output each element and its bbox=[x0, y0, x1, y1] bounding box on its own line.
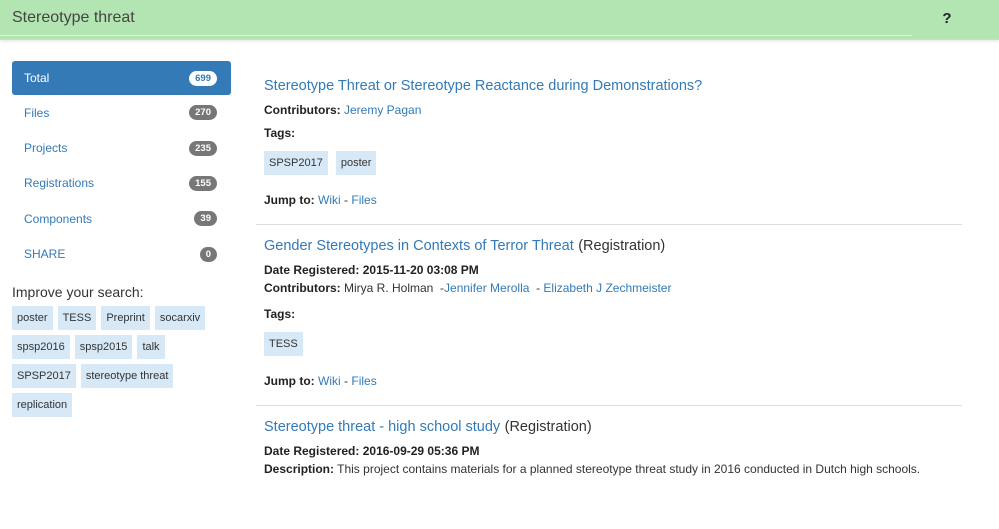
help-button[interactable]: ? bbox=[938, 9, 956, 29]
tag-filter[interactable]: stereotype threat bbox=[80, 363, 174, 388]
date-registered-label: Date Registered: bbox=[264, 444, 360, 458]
result-tag[interactable]: SPSP2017 bbox=[264, 151, 328, 175]
facet-label: Registrations bbox=[24, 176, 95, 191]
files-link[interactable]: Files bbox=[351, 374, 376, 388]
tag-filter[interactable]: Preprint bbox=[101, 305, 150, 330]
facet-share[interactable]: SHARE 0 bbox=[12, 237, 231, 272]
separator: - bbox=[344, 374, 349, 388]
count-badge: 39 bbox=[194, 211, 217, 227]
improve-search-heading: Improve your search: bbox=[12, 283, 144, 300]
tag-cloud: poster TESS Preprint socarxiv spsp2016 s… bbox=[12, 305, 231, 422]
result-type: (Registration) bbox=[578, 238, 666, 254]
contributor-link[interactable]: Jeremy Pagan bbox=[344, 103, 421, 117]
tag-filter[interactable]: socarxiv bbox=[154, 305, 206, 330]
facet-label: SHARE bbox=[24, 247, 66, 262]
result-tag[interactable]: TESS bbox=[264, 332, 303, 356]
count-badge: 699 bbox=[189, 70, 217, 86]
date-registered-line: Date Registered: 2015-11-20 03:08 PM bbox=[264, 262, 954, 278]
facet-label: Files bbox=[24, 105, 50, 120]
search-input[interactable] bbox=[0, 0, 912, 36]
tag-filter[interactable]: TESS bbox=[57, 305, 97, 330]
separator: - bbox=[344, 193, 349, 207]
date-registered-value: 2015-11-20 03:08 PM bbox=[362, 263, 479, 277]
result-type: (Registration) bbox=[504, 419, 592, 435]
facet-label: Components bbox=[24, 211, 93, 226]
facet-registrations[interactable]: Registrations 155 bbox=[12, 166, 231, 201]
search-results: Stereotype Threat or Stereotype Reactanc… bbox=[256, 65, 962, 493]
facet-projects[interactable]: Projects 235 bbox=[12, 130, 231, 165]
contributors-line: Contributors: Mirya R. Holman -Jennifer … bbox=[264, 280, 954, 296]
description-label: Description: bbox=[264, 462, 335, 476]
search-header: ? bbox=[0, 0, 999, 40]
facet-files[interactable]: Files 270 bbox=[12, 95, 231, 130]
jump-to-line: Jump to: Wiki - Files bbox=[264, 192, 954, 208]
filter-sidebar: Total 699 Files 270 Projects 235 Registr… bbox=[12, 61, 231, 422]
result-title-link[interactable]: Gender Stereotypes in Contexts of Terror… bbox=[264, 238, 574, 254]
result-title-link[interactable]: Stereotype Threat or Stereotype Reactanc… bbox=[264, 78, 702, 94]
facet-label: Total bbox=[24, 71, 50, 85]
tags-label: Tags: bbox=[264, 126, 296, 140]
count-badge: 235 bbox=[189, 140, 217, 156]
result-item: Stereotype Threat or Stereotype Reactanc… bbox=[256, 65, 962, 225]
date-registered-line: Date Registered: 2016-09-29 05:36 PM bbox=[264, 443, 954, 459]
date-registered-label: Date Registered: bbox=[264, 263, 360, 277]
separator: - bbox=[536, 281, 541, 295]
wiki-link[interactable]: Wiki bbox=[318, 374, 341, 388]
contributor-name: Mirya R. Holman bbox=[344, 281, 434, 295]
result-tags: TESS bbox=[264, 332, 954, 361]
result-title-link[interactable]: Stereotype threat - high school study bbox=[264, 419, 500, 435]
facet-total[interactable]: Total 699 bbox=[12, 61, 231, 95]
tags-label-line: Tags: bbox=[264, 306, 954, 322]
tag-filter[interactable]: spsp2015 bbox=[74, 334, 133, 359]
result-item: Gender Stereotypes in Contexts of Terror… bbox=[256, 225, 962, 406]
jump-to-label: Jump to: bbox=[264, 193, 315, 207]
tag-filter[interactable]: spsp2016 bbox=[12, 334, 70, 359]
contributor-link[interactable]: Elizabeth J Zechmeister bbox=[543, 281, 671, 295]
tag-filter[interactable]: SPSP2017 bbox=[12, 363, 76, 388]
contributors-label: Contributors: bbox=[264, 103, 341, 117]
result-tags: SPSP2017 poster bbox=[264, 151, 954, 180]
contributor-link[interactable]: Jennifer Merolla bbox=[444, 281, 529, 295]
count-badge: 270 bbox=[189, 105, 217, 121]
result-item: Stereotype threat - high school study (R… bbox=[256, 406, 962, 493]
tag-filter[interactable]: talk bbox=[137, 334, 165, 359]
jump-to-label: Jump to: bbox=[264, 374, 315, 388]
tag-filter[interactable]: poster bbox=[12, 305, 53, 330]
tags-label-line: Tags: bbox=[264, 125, 954, 141]
contributors-line: Contributors: Jeremy Pagan bbox=[264, 102, 954, 118]
date-registered-value: 2016-09-29 05:36 PM bbox=[362, 444, 480, 458]
tags-label: Tags: bbox=[264, 307, 296, 321]
facet-label: Projects bbox=[24, 141, 68, 156]
result-tag[interactable]: poster bbox=[335, 151, 377, 175]
wiki-link[interactable]: Wiki bbox=[318, 193, 341, 207]
jump-to-line: Jump to: Wiki - Files bbox=[264, 373, 954, 389]
description-text: This project contains materials for a pl… bbox=[337, 462, 921, 476]
description-line: Description: This project contains mater… bbox=[264, 461, 954, 477]
facet-components[interactable]: Components 39 bbox=[12, 201, 231, 236]
files-link[interactable]: Files bbox=[351, 193, 376, 207]
count-badge: 155 bbox=[189, 175, 217, 191]
tag-filter[interactable]: replication bbox=[12, 392, 73, 417]
contributors-label: Contributors: bbox=[264, 281, 341, 295]
count-badge: 0 bbox=[199, 246, 217, 262]
